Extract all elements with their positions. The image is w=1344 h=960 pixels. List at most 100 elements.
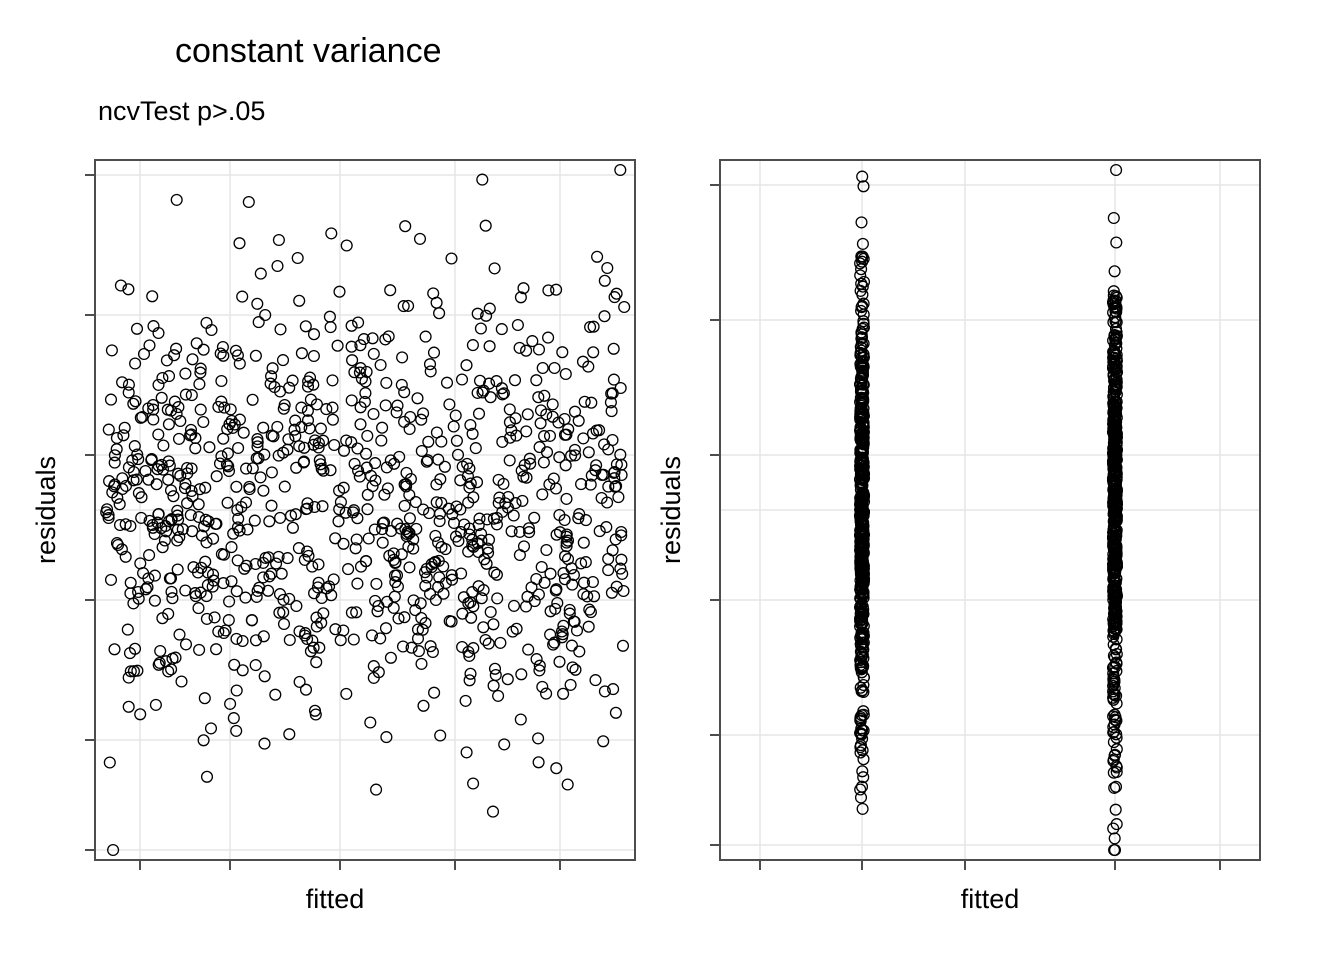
data-point xyxy=(162,355,173,366)
data-point xyxy=(164,419,175,430)
data-point xyxy=(300,321,311,332)
data-point xyxy=(258,485,269,496)
data-point xyxy=(461,360,472,371)
data-point xyxy=(496,324,507,335)
data-point xyxy=(404,562,415,573)
data-point xyxy=(542,447,553,458)
data-point xyxy=(224,596,235,607)
data-point xyxy=(296,402,307,413)
data-point xyxy=(470,443,481,454)
data-point xyxy=(255,472,266,483)
data-point xyxy=(270,689,281,700)
data-point xyxy=(112,433,123,444)
data-point xyxy=(122,624,133,635)
data-point xyxy=(199,693,210,704)
data-point xyxy=(204,442,215,453)
data-point xyxy=(267,467,278,478)
data-point xyxy=(379,489,390,500)
data-point xyxy=(381,732,392,743)
data-point xyxy=(223,448,234,459)
data-point xyxy=(275,513,286,524)
data-point xyxy=(114,499,125,510)
data-point xyxy=(513,320,524,331)
data-point xyxy=(222,497,233,508)
data-point xyxy=(488,680,499,691)
data-point xyxy=(194,645,205,656)
data-point xyxy=(381,378,392,389)
data-point xyxy=(468,778,479,789)
data-point xyxy=(482,514,493,525)
data-point xyxy=(106,394,117,405)
data-point xyxy=(125,577,136,588)
data-point xyxy=(420,331,431,342)
data-point xyxy=(592,251,603,262)
data-point xyxy=(231,634,242,645)
data-point xyxy=(117,377,128,388)
data-point xyxy=(206,723,217,734)
data-point xyxy=(523,644,534,655)
data-point xyxy=(353,317,364,328)
data-point xyxy=(491,376,502,387)
data-point xyxy=(429,687,440,698)
data-point xyxy=(608,343,619,354)
data-point xyxy=(541,545,552,556)
left-ylabel: residuals xyxy=(31,456,61,564)
data-point xyxy=(284,635,295,646)
data-point xyxy=(533,757,544,768)
data-point xyxy=(226,542,237,553)
data-point xyxy=(327,375,338,386)
data-point xyxy=(369,524,380,535)
data-point xyxy=(187,354,198,365)
data-point xyxy=(517,496,528,507)
data-point xyxy=(504,404,515,415)
data-point xyxy=(202,771,213,782)
data-point xyxy=(529,512,540,523)
data-point xyxy=(578,589,589,600)
data-point xyxy=(521,426,532,437)
data-point xyxy=(444,399,455,410)
data-point xyxy=(128,398,139,409)
data-point xyxy=(163,666,174,677)
data-point xyxy=(208,533,219,544)
data-point xyxy=(418,700,429,711)
data-point xyxy=(502,674,513,685)
data-point xyxy=(464,675,475,686)
data-point xyxy=(397,352,408,363)
data-point xyxy=(180,585,191,596)
data-point xyxy=(433,454,444,465)
data-point xyxy=(452,435,463,446)
data-point xyxy=(283,434,294,445)
data-point xyxy=(531,375,542,386)
data-point xyxy=(253,317,264,328)
data-point xyxy=(198,417,209,428)
data-point xyxy=(174,434,185,445)
data-point xyxy=(209,612,220,623)
data-point xyxy=(472,477,483,488)
data-point xyxy=(223,615,234,626)
data-point xyxy=(238,427,249,438)
data-point xyxy=(603,565,614,576)
data-point xyxy=(242,524,253,535)
data-point xyxy=(123,701,134,712)
chart-title: constant variance xyxy=(175,32,442,70)
data-point xyxy=(368,409,379,420)
data-point xyxy=(299,456,310,467)
data-point xyxy=(508,510,519,521)
data-point xyxy=(560,369,571,380)
data-point xyxy=(410,497,421,508)
data-point xyxy=(607,545,618,556)
data-point xyxy=(509,601,520,612)
data-point xyxy=(346,320,357,331)
data-point xyxy=(309,351,320,362)
left-plot xyxy=(85,160,635,870)
data-point xyxy=(157,542,168,553)
data-point xyxy=(457,608,468,619)
data-point xyxy=(252,298,263,309)
data-point xyxy=(539,390,550,401)
data-point xyxy=(559,414,570,425)
data-point xyxy=(535,418,546,429)
data-point xyxy=(380,334,391,345)
data-point xyxy=(362,504,373,515)
data-point xyxy=(176,676,187,687)
data-point xyxy=(383,331,394,342)
